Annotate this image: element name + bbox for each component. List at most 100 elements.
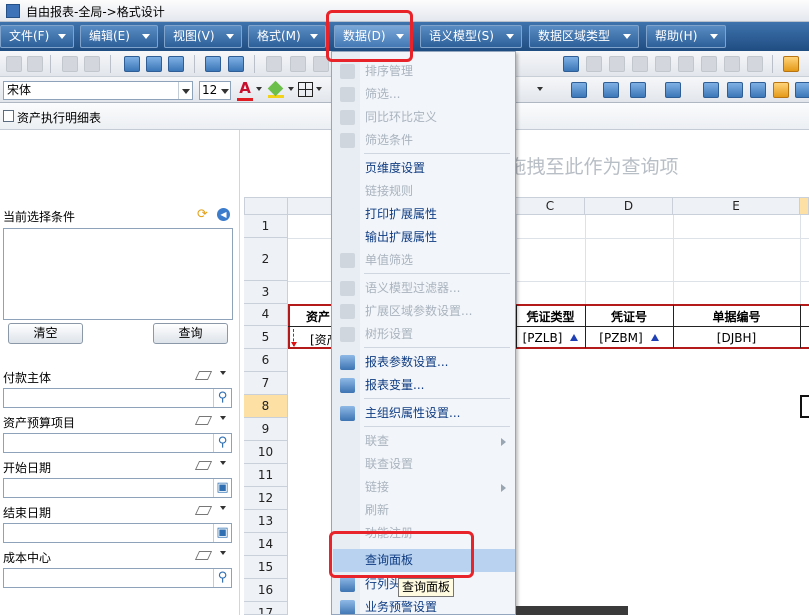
layout-icon[interactable] [603,82,619,98]
menu-item-filter-conditions[interactable]: 筛选条件 [333,129,516,152]
chart-icon[interactable] [747,56,763,72]
row-header-selected[interactable]: 8 [244,395,288,418]
query-button[interactable]: 查询 [153,323,228,344]
menu-item-page-dimension[interactable]: 页维度设置 [333,157,516,180]
menu-item-sort-management[interactable]: 排序管理 [333,60,516,83]
menu-item-tree-settings[interactable]: 树形设置 [333,323,516,346]
menu-data-region-type[interactable]: 数据区域类型 [529,25,639,48]
cell-d5[interactable]: [PZBM] [585,331,673,345]
column-header-e[interactable]: E [673,197,800,215]
chevron-down-icon[interactable] [537,87,543,91]
menu-item-business-alert[interactable]: 业务预警设置 [333,596,516,614]
font-size-select[interactable]: 12 [199,81,231,100]
row-header[interactable]: 17 [244,602,288,615]
delete-col-icon[interactable] [678,56,694,72]
row-header[interactable]: 10 [244,441,288,464]
menu-view[interactable]: 视图(V) [164,25,242,48]
row-header[interactable]: 1 [244,215,288,238]
collapse-icon[interactable]: ◀ [217,208,230,221]
row-header[interactable]: 7 [244,372,288,395]
home-icon[interactable] [773,82,789,98]
menu-item-output-extension[interactable]: 输出扩展属性 [333,226,516,249]
insert-row-icon[interactable] [609,56,625,72]
table-format-icon[interactable] [703,82,719,98]
chevron-down-icon[interactable] [316,87,322,91]
font-name-select[interactable]: 宋体 [3,81,193,100]
row-header[interactable]: 3 [244,281,288,304]
select-all-corner[interactable] [244,197,288,215]
calendar-icon[interactable]: ▣ [213,479,231,497]
menu-item-yoy-mom[interactable]: 同比环比定义 [333,106,516,129]
menu-item-drill-settings[interactable]: 联查设置 [333,453,516,476]
save-all-icon[interactable] [27,56,43,72]
menu-semantic-model[interactable]: 语义模型(S) [420,25,522,48]
row-header[interactable]: 6 [244,349,288,372]
document-tab[interactable]: 资产执行明细表 [17,109,101,126]
copy-icon[interactable] [124,56,140,72]
split-icon[interactable] [724,56,740,72]
row-header[interactable]: 2 [244,238,288,281]
menu-item-main-org-settings[interactable]: 主组织属性设置... [333,402,516,425]
chevron-down-icon[interactable] [220,461,226,465]
font-color-icon[interactable]: A [237,79,253,101]
clear-button[interactable]: 清空 [8,323,83,344]
delete-row-icon[interactable] [655,56,671,72]
refresh-icon[interactable]: ⟳ [197,208,210,221]
menu-item-semantic-filter[interactable]: 语义模型过滤器... [333,277,516,300]
menu-item-link-rules[interactable]: 链接规则 [333,180,516,203]
row-header[interactable]: 15 [244,556,288,579]
search-icon[interactable]: ⚲ [213,389,231,407]
merge-icon[interactable] [701,56,717,72]
cell-e5[interactable]: [DJBH] [673,331,800,345]
menu-item-filter[interactable]: 筛选... [333,83,516,106]
menu-item-drill-through[interactable]: 联查 [333,430,516,453]
chevron-down-icon[interactable] [288,87,294,91]
cell-c4[interactable]: 凭证类型 [516,308,585,325]
active-cell-cursor[interactable] [800,395,809,418]
print-preview-icon[interactable] [205,56,221,72]
end-date-field[interactable]: ▣ [3,523,232,543]
sort-desc-icon[interactable] [290,56,306,72]
column-header-f[interactable] [800,197,809,215]
fill-color-icon[interactable] [267,80,284,98]
current-conditions-list[interactable] [3,228,233,320]
undo-icon[interactable] [62,56,78,72]
row-header[interactable]: 14 [244,533,288,556]
search-icon[interactable]: ⚲ [213,569,231,587]
table-icon[interactable] [586,56,602,72]
sort-asc-icon[interactable] [266,56,282,72]
chevron-down-icon[interactable] [220,506,226,510]
menu-item-print-extension[interactable]: 打印扩展属性 [333,203,516,226]
row-header[interactable]: 11 [244,464,288,487]
start-date-field[interactable]: ▣ [3,478,232,498]
menu-item-report-variables[interactable]: 报表变量... [333,374,516,397]
paste-icon[interactable] [146,56,162,72]
find-icon[interactable] [168,56,184,72]
calendar-icon[interactable]: ▣ [213,524,231,542]
cell-e4[interactable]: 单据编号 [673,308,800,325]
save-icon[interactable] [6,56,22,72]
row-header[interactable]: 5 [244,326,288,349]
cell-b4[interactable]: 资产 [306,308,330,325]
row-header[interactable]: 9 [244,418,288,441]
data-icon[interactable] [727,82,743,98]
payer-field[interactable]: ⚲ [3,388,232,408]
chevron-down-icon[interactable] [220,416,226,420]
budget-item-field[interactable]: ⚲ [3,433,232,453]
redo-icon[interactable] [84,56,100,72]
column-header-d[interactable]: D [585,197,673,215]
row-header[interactable]: 12 [244,487,288,510]
print-icon[interactable] [228,56,244,72]
grid-icon[interactable] [630,82,646,98]
menu-format[interactable]: 格式(M) [248,25,326,48]
chevron-down-icon[interactable] [178,82,192,99]
menu-item-extension-params[interactable]: 扩展区域参数设置... [333,300,516,323]
chevron-down-icon[interactable] [256,87,262,91]
row-header[interactable]: 4 [244,304,288,326]
search-icon[interactable] [795,82,809,98]
scrollbar-strip[interactable] [516,606,628,615]
chevron-down-icon[interactable] [220,371,226,375]
image-icon[interactable] [571,82,587,98]
insert-col-icon[interactable] [632,56,648,72]
row-header[interactable]: 13 [244,510,288,533]
